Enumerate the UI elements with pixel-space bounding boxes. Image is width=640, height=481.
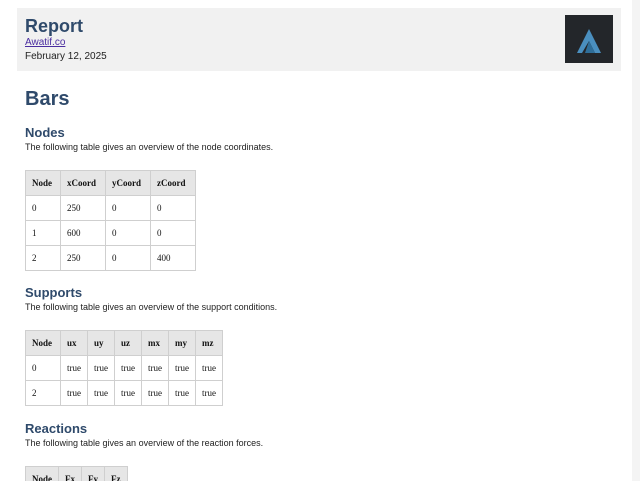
column-header: Fy bbox=[81, 466, 105, 481]
table-cell: true bbox=[60, 380, 88, 406]
table-cell: 2 bbox=[25, 245, 61, 271]
window-edge bbox=[632, 0, 640, 481]
column-header: yCoord bbox=[105, 170, 151, 196]
table-cell: 1 bbox=[25, 220, 61, 246]
table-cell: 0 bbox=[105, 195, 151, 221]
table-cell: true bbox=[60, 355, 88, 381]
supports-header-row: Node ux uy uz mx my mz bbox=[25, 330, 223, 356]
table-cell: 0 bbox=[25, 355, 61, 381]
table-cell: true bbox=[195, 355, 223, 381]
reactions-heading: Reactions bbox=[25, 421, 88, 436]
column-header: uy bbox=[87, 330, 115, 356]
table-row: 0 true true true true true true bbox=[25, 355, 223, 381]
table-cell: true bbox=[114, 380, 142, 406]
nodes-header-row: Node xCoord yCoord zCoord bbox=[25, 170, 196, 196]
reactions-table: Node Fx Fy Fz bbox=[25, 466, 128, 481]
column-header: Node bbox=[25, 170, 61, 196]
table-cell: 600 bbox=[60, 220, 106, 246]
table-row: 1 600 0 0 bbox=[25, 220, 196, 246]
column-header: mx bbox=[141, 330, 169, 356]
reactions-header-row: Node Fx Fy Fz bbox=[25, 466, 128, 481]
table-cell: 400 bbox=[150, 245, 196, 271]
report-header: Report Awatif.co February 12, 2025 bbox=[17, 8, 621, 71]
table-cell: 250 bbox=[60, 245, 106, 271]
table-cell: 2 bbox=[25, 380, 61, 406]
report-date: February 12, 2025 bbox=[25, 51, 107, 62]
nodes-description: The following table gives an overview of… bbox=[25, 142, 274, 152]
column-header: Fx bbox=[58, 466, 82, 481]
table-row: 0 250 0 0 bbox=[25, 195, 196, 221]
reactions-description: The following table gives an overview of… bbox=[25, 438, 264, 448]
table-cell: true bbox=[141, 355, 169, 381]
column-header: mz bbox=[195, 330, 223, 356]
table-row: 2 true true true true true true bbox=[25, 380, 223, 406]
table-cell: true bbox=[114, 355, 142, 381]
table-cell: 0 bbox=[150, 220, 196, 246]
table-cell: 0 bbox=[150, 195, 196, 221]
page-title: Bars bbox=[25, 88, 70, 110]
table-cell: true bbox=[195, 380, 223, 406]
column-header: Fz bbox=[104, 466, 128, 481]
table-cell: true bbox=[168, 355, 196, 381]
column-header: uz bbox=[114, 330, 142, 356]
table-cell: 0 bbox=[25, 195, 61, 221]
column-header: zCoord bbox=[150, 170, 196, 196]
table-cell: true bbox=[168, 380, 196, 406]
report-title: Report bbox=[25, 16, 83, 36]
column-header: Node bbox=[25, 466, 59, 481]
awatif-link[interactable]: Awatif.co bbox=[25, 37, 65, 48]
supports-heading: Supports bbox=[25, 285, 83, 300]
table-cell: true bbox=[87, 355, 115, 381]
report-page: Report Awatif.co February 12, 2025 Bars … bbox=[0, 0, 640, 481]
column-header: xCoord bbox=[60, 170, 106, 196]
nodes-heading: Nodes bbox=[25, 125, 65, 140]
nodes-table: Node xCoord yCoord zCoord 0 250 0 0 1 60… bbox=[25, 170, 196, 271]
table-cell: 0 bbox=[105, 245, 151, 271]
supports-description: The following table gives an overview of… bbox=[25, 302, 278, 312]
column-header: ux bbox=[60, 330, 88, 356]
awatif-logo-svg bbox=[577, 29, 601, 53]
table-cell: true bbox=[87, 380, 115, 406]
table-cell: 0 bbox=[105, 220, 151, 246]
column-header: my bbox=[168, 330, 196, 356]
table-cell: 250 bbox=[60, 195, 106, 221]
table-row: 2 250 0 400 bbox=[25, 245, 196, 271]
column-header: Node bbox=[25, 330, 61, 356]
supports-table: Node ux uy uz mx my mz 0 true true true bbox=[25, 330, 223, 406]
awatif-logo-icon bbox=[565, 15, 613, 63]
table-cell: true bbox=[141, 380, 169, 406]
